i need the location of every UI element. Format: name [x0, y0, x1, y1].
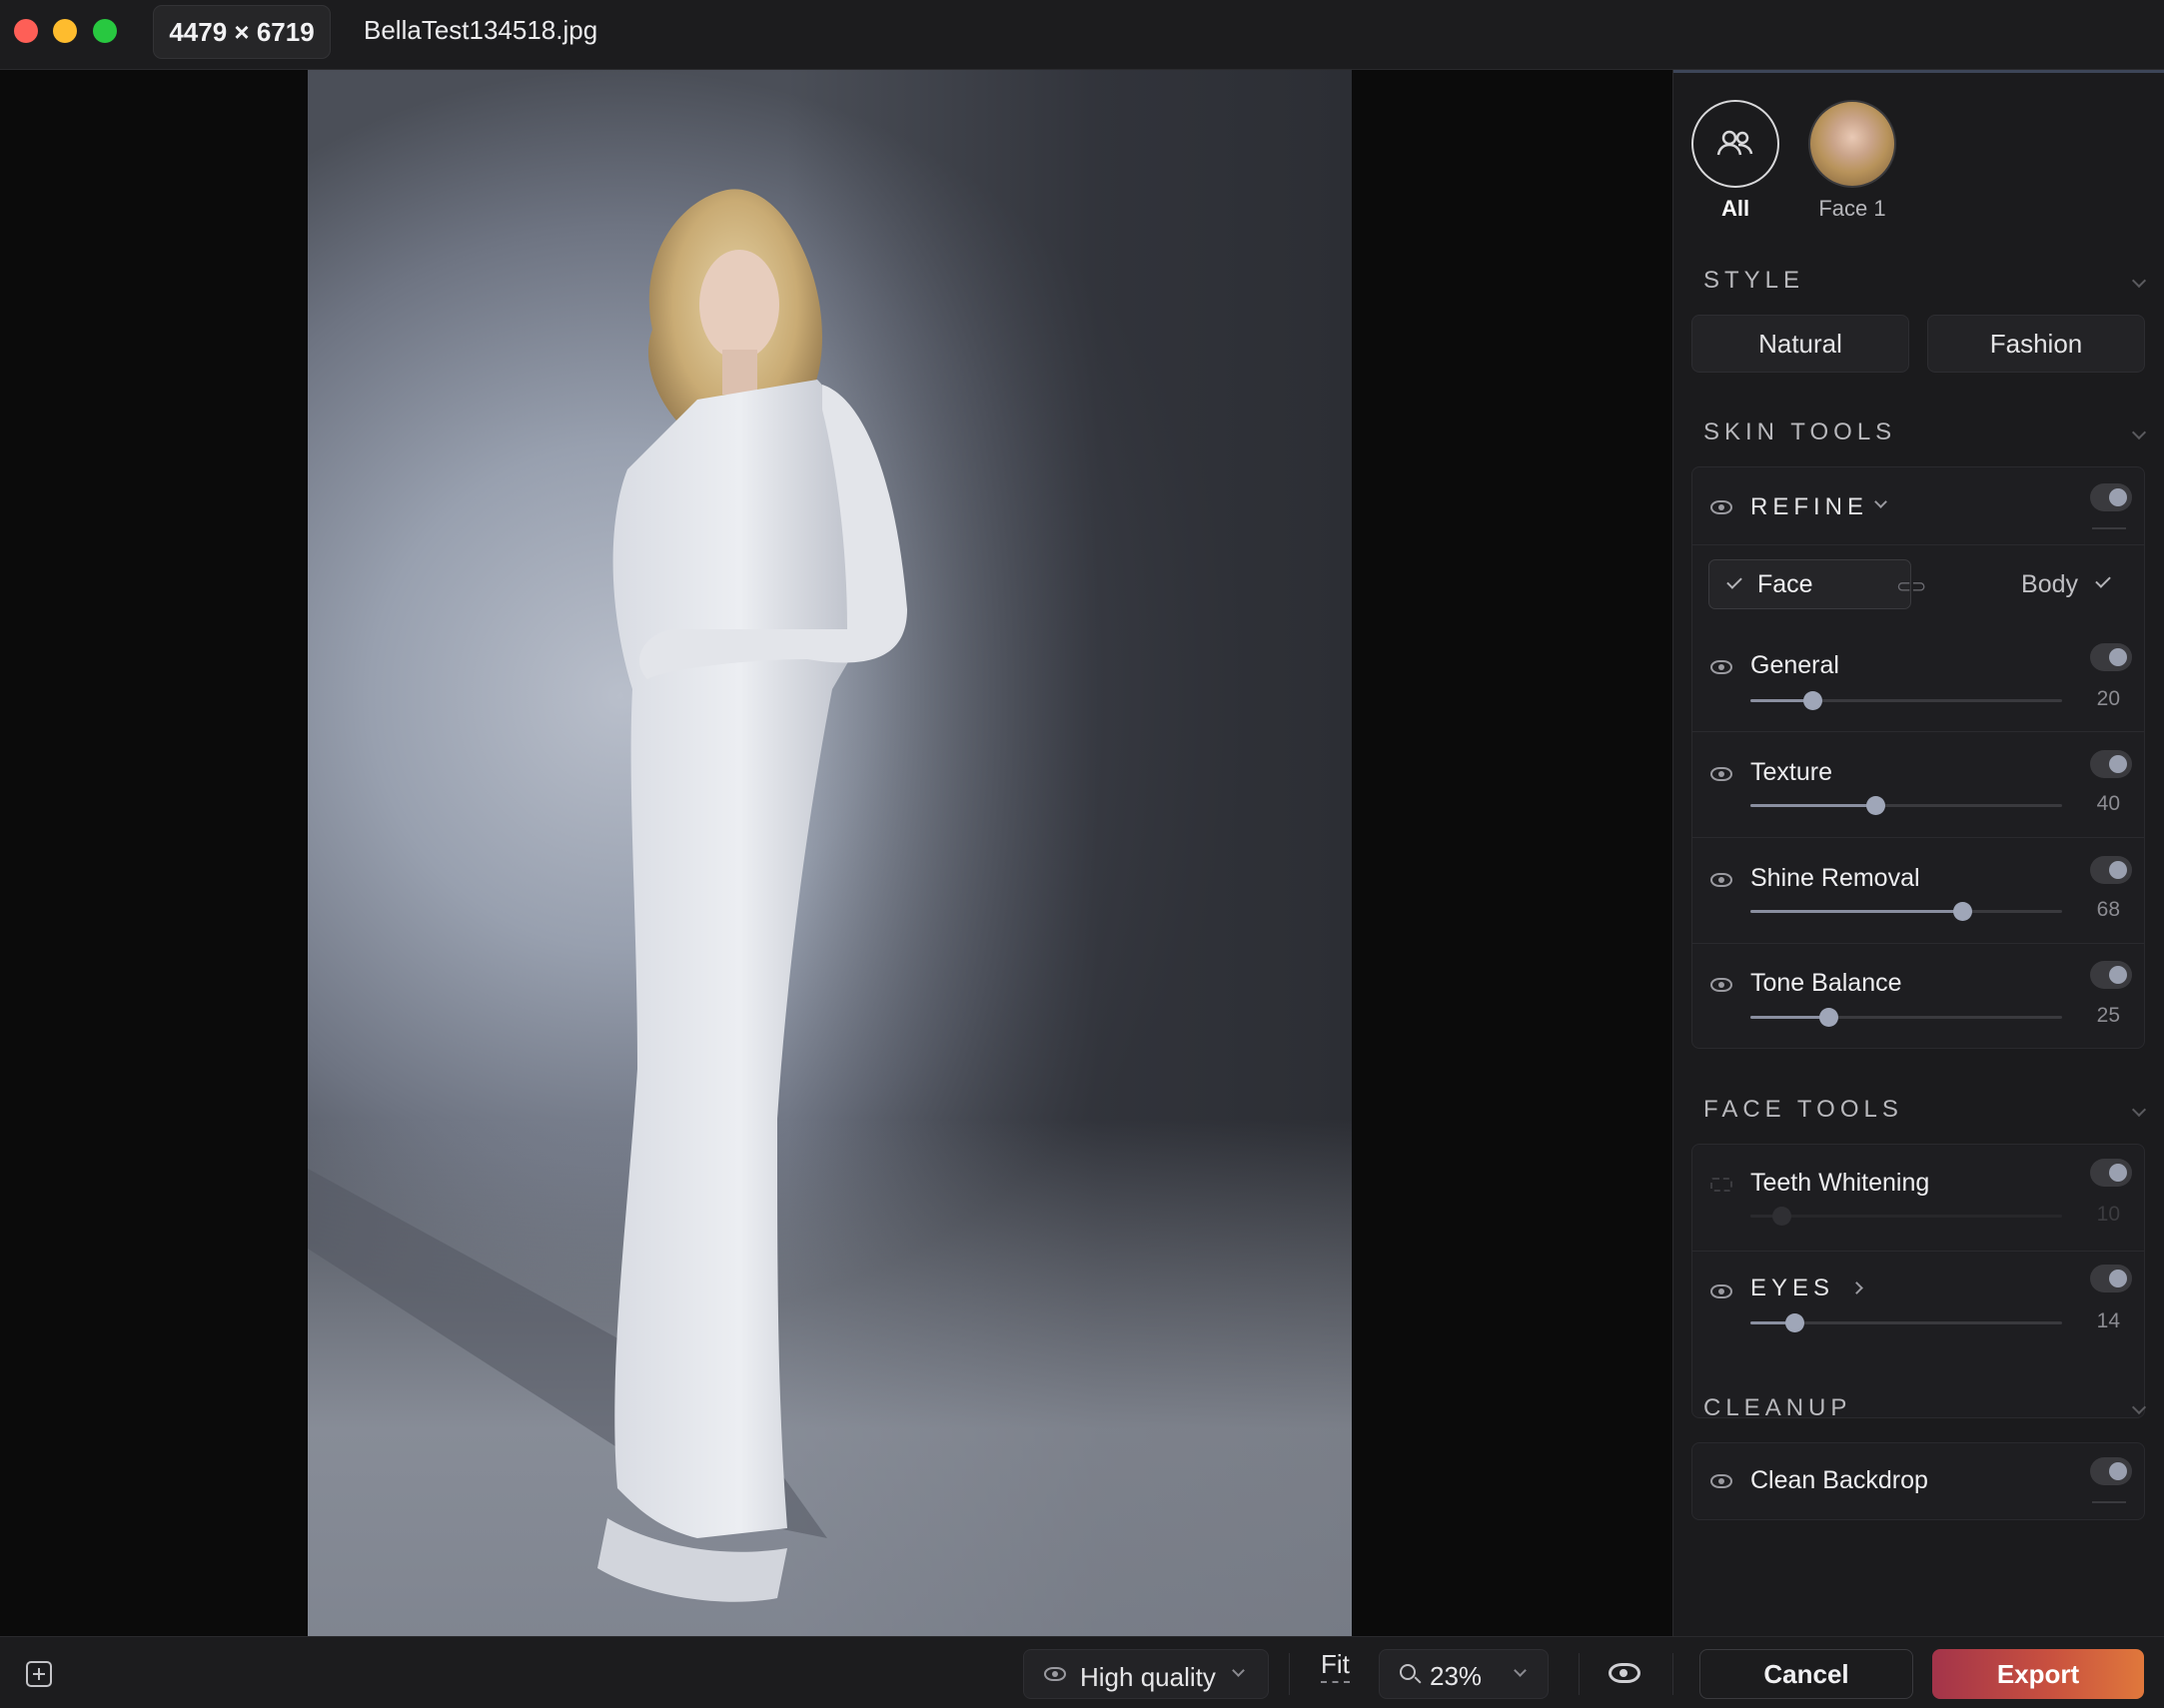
- quality-dropdown[interactable]: High quality: [1023, 1649, 1269, 1699]
- all-faces-button[interactable]: [1691, 100, 1779, 188]
- texture-slider[interactable]: [1750, 796, 2062, 815]
- adjustments-panel: All Face 1 STYLE Natural Fashion SKIN TO…: [1672, 70, 2164, 1636]
- chevron-down-icon[interactable]: [2131, 273, 2147, 289]
- cleanup-section-title[interactable]: CLEANUP: [1703, 1394, 1851, 1422]
- teeth-whitening-slider[interactable]: [1750, 1207, 2062, 1226]
- chevron-down-icon: [1232, 1664, 1245, 1677]
- fit-button[interactable]: Fit: [1321, 1649, 1350, 1683]
- eye-off-icon[interactable]: [1710, 1178, 1732, 1192]
- image-dimensions-badge: 4479 × 6719: [153, 5, 331, 59]
- check-icon: [1726, 573, 1742, 589]
- tone-balance-toggle[interactable]: [2090, 961, 2132, 989]
- people-icon: [1716, 130, 1753, 156]
- add-image-icon[interactable]: [26, 1661, 52, 1687]
- segment-face-button[interactable]: Face: [1708, 559, 1911, 609]
- chevron-down-icon[interactable]: [2131, 425, 2147, 440]
- segment-body-label: Body: [2021, 569, 2078, 598]
- eye-icon[interactable]: [1710, 1284, 1732, 1298]
- cancel-button[interactable]: Cancel: [1699, 1649, 1913, 1699]
- eye-icon[interactable]: [1710, 767, 1732, 781]
- chevron-down-icon[interactable]: [1874, 495, 1887, 508]
- teeth-whitening-toggle[interactable]: [2090, 1159, 2132, 1187]
- face-1-label: Face 1: [1818, 196, 1886, 221]
- clean-backdrop-label: Clean Backdrop: [1750, 1466, 1928, 1494]
- skin-tools-section-title[interactable]: SKIN TOOLS: [1703, 419, 1896, 446]
- eyes-label[interactable]: EYES: [1750, 1275, 1834, 1302]
- export-button[interactable]: Export: [1932, 1649, 2144, 1699]
- slider-handle[interactable]: [1953, 902, 1972, 921]
- refine-label[interactable]: REFINE: [1750, 493, 1868, 521]
- zoom-dropdown[interactable]: 23%: [1379, 1649, 1549, 1699]
- general-toggle[interactable]: [2090, 643, 2132, 671]
- eye-icon: [1044, 1667, 1066, 1681]
- eye-icon[interactable]: [1710, 978, 1732, 992]
- zoom-level: 23%: [1430, 1661, 1483, 1691]
- shine-removal-label: Shine Removal: [1750, 864, 1920, 892]
- tone-balance-value: 25: [2096, 1004, 2120, 1027]
- close-window-button[interactable]: [14, 19, 38, 43]
- eye-icon[interactable]: [1710, 873, 1732, 887]
- slider-handle[interactable]: [1803, 691, 1822, 710]
- check-icon: [2095, 572, 2111, 588]
- portrait-photo[interactable]: [308, 70, 1352, 1636]
- teeth-whitening-value: 10: [2096, 1203, 2120, 1226]
- general-label: General: [1750, 651, 1839, 679]
- general-slider[interactable]: [1750, 691, 2062, 710]
- teeth-whitening-label: Teeth Whitening: [1750, 1169, 1930, 1197]
- face-tools-card: Teeth Whitening 10 EYES 14: [1691, 1144, 2145, 1418]
- title-bar: 4479 × 6719 BellaTest134518.jpg: [0, 0, 2164, 70]
- slider-handle[interactable]: [1866, 796, 1885, 815]
- face-tools-section-title[interactable]: FACE TOOLS: [1703, 1096, 1903, 1124]
- texture-value: 40: [2096, 792, 2120, 815]
- clean-backdrop-toggle[interactable]: [2090, 1457, 2132, 1485]
- quality-label: High quality: [1080, 1662, 1216, 1692]
- texture-label: Texture: [1750, 758, 1832, 786]
- face-body-segment: Face ⊂⊃ Body: [1708, 559, 2128, 609]
- style-fashion-button[interactable]: Fashion: [1927, 315, 2145, 373]
- portrait-figure: [308, 189, 907, 1602]
- chevron-down-icon: [1514, 1664, 1527, 1677]
- texture-toggle[interactable]: [2090, 750, 2132, 778]
- image-canvas[interactable]: [0, 70, 1672, 1636]
- eyes-slider[interactable]: [1750, 1313, 2062, 1332]
- eyes-toggle[interactable]: [2090, 1265, 2132, 1292]
- slider-handle[interactable]: [1819, 1008, 1838, 1027]
- bottom-toolbar: High quality Fit 23% Cancel Export: [0, 1636, 2164, 1708]
- eye-icon[interactable]: [1710, 1474, 1732, 1488]
- segment-face-label: Face: [1757, 569, 1813, 598]
- eyes-value: 14: [2096, 1309, 2120, 1332]
- segment-body-button[interactable]: Body: [1922, 559, 2128, 609]
- all-faces-label: All: [1720, 196, 1750, 221]
- tone-balance-label: Tone Balance: [1750, 969, 1902, 997]
- cleanup-card: Clean Backdrop: [1691, 1442, 2145, 1520]
- shine-removal-toggle[interactable]: [2090, 856, 2132, 884]
- minimize-window-button[interactable]: [53, 19, 77, 43]
- skin-tools-card: REFINE Face ⊂⊃ Body General 20 Texture 4…: [1691, 466, 2145, 1049]
- slider-handle[interactable]: [1772, 1207, 1791, 1226]
- preview-eye-icon[interactable]: [1609, 1663, 1640, 1683]
- file-name: BellaTest134518.jpg: [364, 15, 598, 45]
- shine-removal-slider[interactable]: [1750, 902, 2062, 921]
- tone-balance-slider[interactable]: [1750, 1008, 2062, 1027]
- refine-toggle[interactable]: [2090, 483, 2132, 511]
- zoom-window-button[interactable]: [93, 19, 117, 43]
- face-1-thumbnail[interactable]: [1808, 100, 1896, 188]
- search-icon: [1400, 1664, 1416, 1680]
- eye-icon[interactable]: [1710, 660, 1732, 674]
- style-section-title[interactable]: STYLE: [1703, 267, 1804, 295]
- chevron-down-icon[interactable]: [2131, 1102, 2147, 1118]
- style-natural-button[interactable]: Natural: [1691, 315, 1909, 373]
- chevron-right-icon[interactable]: [1850, 1281, 1863, 1294]
- shine-removal-value: 68: [2096, 898, 2120, 921]
- eye-icon[interactable]: [1710, 500, 1732, 514]
- general-value: 20: [2096, 687, 2120, 710]
- slider-handle[interactable]: [1785, 1313, 1804, 1332]
